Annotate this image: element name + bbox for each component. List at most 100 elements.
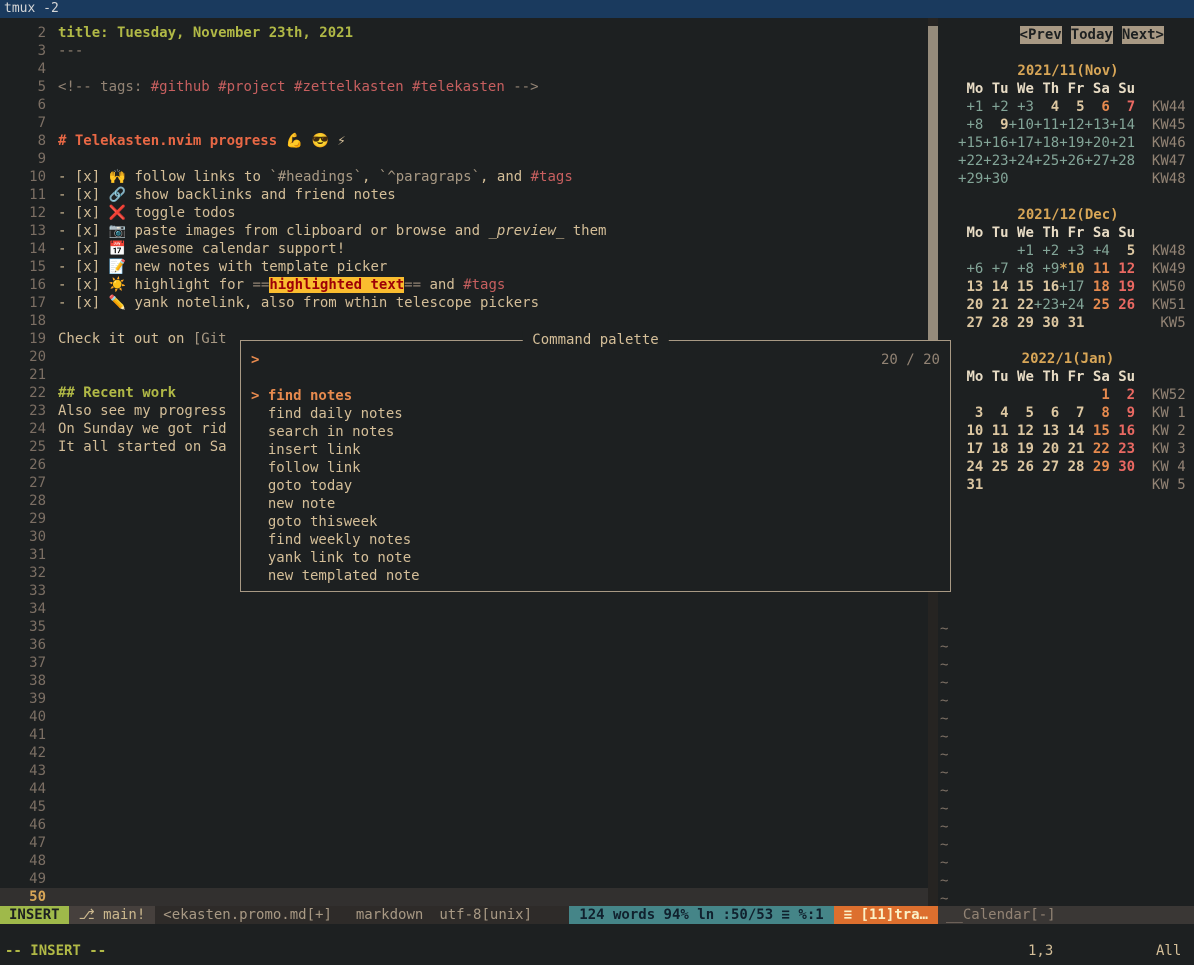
calendar-day[interactable]: 22: [1009, 297, 1034, 313]
calendar-day[interactable]: 29: [1009, 315, 1034, 331]
calendar-day[interactable]: +22: [958, 153, 983, 169]
calendar-day[interactable]: +15: [958, 135, 983, 151]
calendar-day[interactable]: 8: [1084, 405, 1109, 421]
calendar-day[interactable]: +1: [1009, 243, 1034, 259]
editor-line[interactable]: 2title: Tuesday, November 23th, 2021: [0, 24, 928, 42]
palette-item[interactable]: follow link: [241, 459, 950, 477]
calendar-day[interactable]: +16: [983, 135, 1008, 151]
calendar-day[interactable]: 26: [1009, 459, 1034, 475]
calendar-day[interactable]: +12: [1059, 117, 1084, 133]
calendar-day[interactable]: 29: [1084, 459, 1109, 475]
calendar-day[interactable]: +18: [1034, 135, 1059, 151]
calendar-day[interactable]: 23: [1110, 441, 1135, 457]
editor-line[interactable]: 16- [x] ☀️ highlight for ==highlighted t…: [0, 276, 928, 294]
calendar-day[interactable]: 4: [1034, 99, 1059, 115]
editor-line[interactable]: 6: [0, 96, 928, 114]
editor-line[interactable]: 49: [0, 870, 928, 888]
editor-line[interactable]: 17- [x] ✏️ yank notelink, also from wthi…: [0, 294, 928, 312]
calendar-day[interactable]: 31: [958, 477, 983, 493]
palette-item[interactable]: find daily notes: [241, 405, 950, 423]
calendar-day[interactable]: 21: [1059, 441, 1084, 457]
calendar-day[interactable]: 26: [1110, 297, 1135, 313]
palette-item[interactable]: > find notes: [241, 387, 950, 405]
calendar-day[interactable]: +2: [1034, 243, 1059, 259]
calendar-day[interactable]: 20: [1034, 441, 1059, 457]
calendar-day[interactable]: +8: [958, 117, 983, 133]
editor-line[interactable]: 42: [0, 744, 928, 762]
calendar-day[interactable]: +17: [1059, 279, 1084, 295]
palette-item[interactable]: goto today: [241, 477, 950, 495]
editor-line[interactable]: 13- [x] 📷 paste images from clipboard or…: [0, 222, 928, 240]
calendar-day[interactable]: 15: [1084, 423, 1109, 439]
editor-line[interactable]: 10- [x] 🙌 follow links to `#headings`, `…: [0, 168, 928, 186]
calendar-day[interactable]: +3: [1009, 99, 1034, 115]
calendar-day[interactable]: 22: [1084, 441, 1109, 457]
calendar-day[interactable]: +23: [1034, 297, 1059, 313]
calendar-day[interactable]: +6: [958, 261, 983, 277]
editor-line[interactable]: 11- [x] 🔗 show backlinks and friend note…: [0, 186, 928, 204]
calendar-day[interactable]: 28: [983, 315, 1008, 331]
editor-line[interactable]: 36: [0, 636, 928, 654]
calendar-day[interactable]: 4: [983, 405, 1008, 421]
calendar-day[interactable]: 12: [1009, 423, 1034, 439]
calendar-day[interactable]: 25: [983, 459, 1008, 475]
calendar-day[interactable]: +26: [1059, 153, 1084, 169]
calendar-day[interactable]: 24: [958, 459, 983, 475]
calendar-day[interactable]: +19: [1059, 135, 1084, 151]
editor-line[interactable]: 4: [0, 60, 928, 78]
calendar-day[interactable]: +27: [1084, 153, 1109, 169]
command-line[interactable]: :lua require('telekasten').panel(): [0, 924, 1194, 942]
palette-item[interactable]: find weekly notes: [241, 531, 950, 549]
editor-line[interactable]: 5<!-- tags: #github #project #zettelkast…: [0, 78, 928, 96]
calendar-day[interactable]: +17: [1009, 135, 1034, 151]
calendar-day[interactable]: 11: [983, 423, 1008, 439]
calendar-day[interactable]: 15: [1009, 279, 1034, 295]
editor-line[interactable]: 50: [0, 888, 928, 906]
calendar-day[interactable]: +9: [1034, 261, 1059, 277]
calendar-day[interactable]: *10: [1059, 261, 1084, 277]
calendar-nav-next-button[interactable]: Next>: [1122, 26, 1164, 44]
calendar-day[interactable]: +13: [1085, 117, 1110, 133]
editor-line[interactable]: 41: [0, 726, 928, 744]
calendar-day[interactable]: 27: [958, 315, 983, 331]
editor-line[interactable]: 34: [0, 600, 928, 618]
editor-line[interactable]: 44: [0, 780, 928, 798]
calendar-day[interactable]: +14: [1110, 117, 1135, 133]
calendar-day[interactable]: 17: [958, 441, 983, 457]
calendar-day[interactable]: 10: [958, 423, 983, 439]
calendar-day[interactable]: +21: [1110, 135, 1135, 151]
editor-line[interactable]: 47: [0, 834, 928, 852]
calendar-day[interactable]: 25: [1084, 297, 1109, 313]
editor-line[interactable]: 38: [0, 672, 928, 690]
calendar-day[interactable]: +8: [1009, 261, 1034, 277]
calendar-day[interactable]: +30: [983, 171, 1008, 187]
editor-line[interactable]: 8# Telekasten.nvim progress 💪 😎 ⚡: [0, 132, 928, 150]
calendar-day[interactable]: 31: [1059, 315, 1084, 331]
calendar-day[interactable]: +11: [1034, 117, 1059, 133]
palette-item[interactable]: search in notes: [241, 423, 950, 441]
calendar-day[interactable]: 3: [958, 405, 983, 421]
editor-line[interactable]: 15- [x] 📝 new notes with template picker: [0, 258, 928, 276]
calendar-day[interactable]: 12: [1110, 261, 1135, 277]
calendar-day[interactable]: +1: [958, 99, 983, 115]
calendar-day[interactable]: 19: [1009, 441, 1034, 457]
calendar-day[interactable]: +24: [1059, 297, 1084, 313]
calendar-day[interactable]: 5: [1009, 405, 1034, 421]
calendar-day[interactable]: +25: [1034, 153, 1059, 169]
calendar-day[interactable]: 18: [983, 441, 1008, 457]
calendar-day[interactable]: 27: [1034, 459, 1059, 475]
calendar-nav-prev-button[interactable]: <Prev: [1020, 26, 1062, 44]
editor-line[interactable]: 40: [0, 708, 928, 726]
palette-item[interactable]: yank link to note: [241, 549, 950, 567]
calendar-day[interactable]: +3: [1059, 243, 1084, 259]
editor-line[interactable]: 35: [0, 618, 928, 636]
editor-line[interactable]: 12- [x] ❌ toggle todos: [0, 204, 928, 222]
calendar-day[interactable]: +29: [958, 171, 983, 187]
calendar-day[interactable]: 13: [1034, 423, 1059, 439]
calendar-day[interactable]: +7: [983, 261, 1008, 277]
calendar-day[interactable]: 30: [1110, 459, 1135, 475]
calendar-day[interactable]: 11: [1085, 261, 1110, 277]
editor-line[interactable]: 7: [0, 114, 928, 132]
editor-line[interactable]: 14- [x] 📅 awesome calendar support!: [0, 240, 928, 258]
calendar-day[interactable]: +23: [983, 153, 1008, 169]
